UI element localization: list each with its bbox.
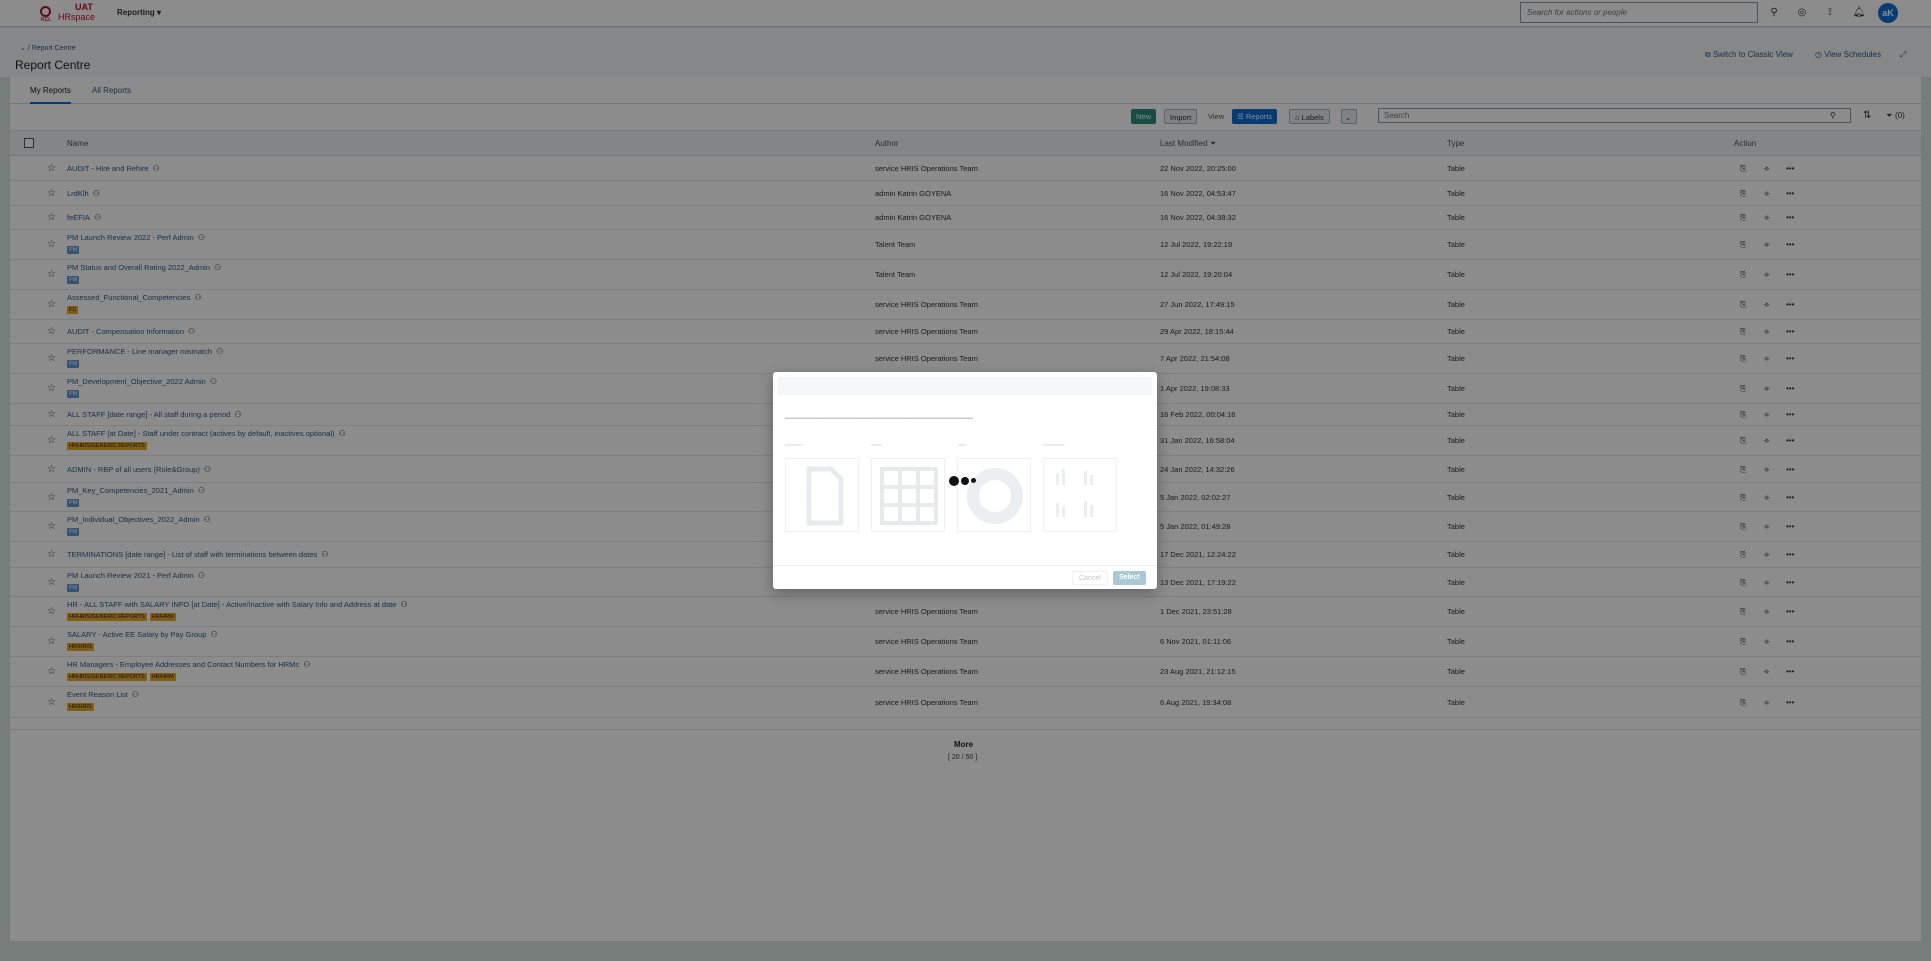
cancel-button[interactable]: Cancel — [1072, 571, 1108, 585]
table-icon — [880, 467, 938, 525]
dialog-header — [778, 377, 1152, 395]
canvas-report-tile[interactable] — [957, 458, 1031, 532]
tile-label-placeholder: ━━━━━━ — [1043, 443, 1065, 449]
table-report-tile[interactable] — [871, 458, 945, 532]
chart-type-dialog: ━━━━━━━━━━━━━━━━━━━━━━━━━━━━━━━━━━━━━━━ … — [773, 372, 1157, 589]
donut-chart-icon — [967, 468, 1023, 524]
select-button[interactable]: Select — [1113, 571, 1146, 585]
tile-label-placeholder: ━━━ — [871, 443, 882, 449]
dialog-placeholder-text: ━━━━━━━━━━━━━━━━━━━━━━━━━━━━━━━━━━━━━━━ — [785, 414, 973, 423]
dialog-footer: Cancel Select — [773, 565, 1157, 589]
tile-label-placeholder: ━━━━━ — [785, 443, 804, 449]
document-icon — [806, 466, 844, 526]
bar-charts-icon — [1056, 469, 1093, 517]
document-report-tile[interactable] — [785, 458, 859, 532]
tile-report-tile[interactable] — [1043, 458, 1117, 532]
tile-label-placeholder: ━━ — [958, 443, 966, 449]
